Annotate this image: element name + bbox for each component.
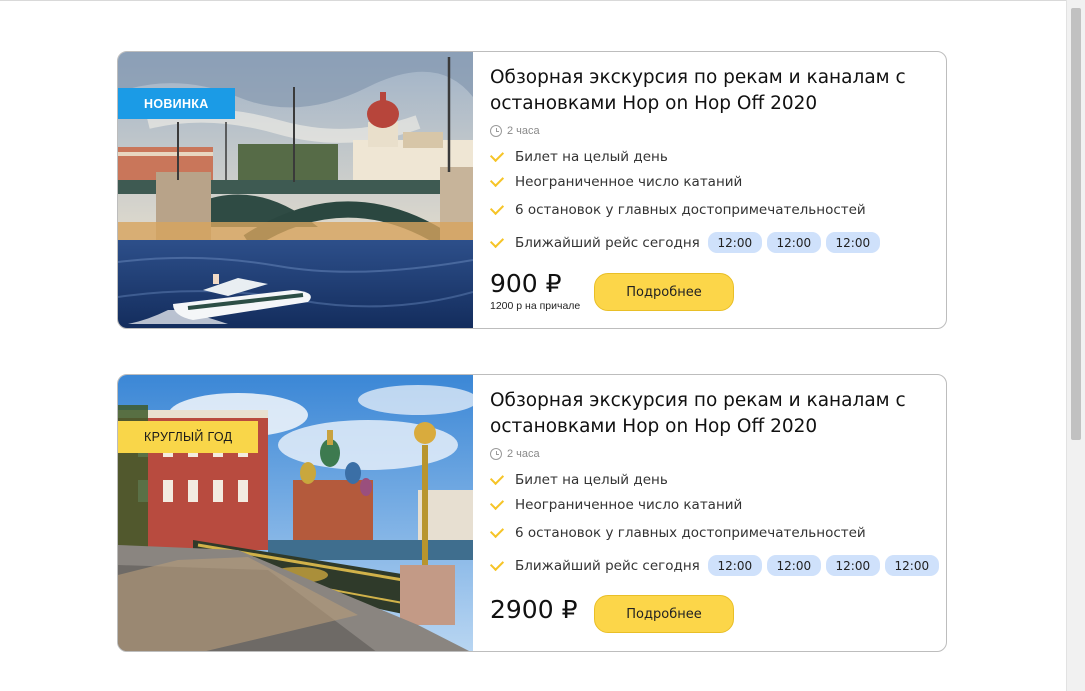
feature-text: Билет на целый день bbox=[515, 472, 668, 488]
time-chip[interactable]: 12:00 bbox=[766, 232, 821, 253]
feature-text: Билет на целый день bbox=[515, 149, 668, 165]
departures-label: Ближайший рейс сегодня bbox=[515, 234, 700, 251]
tour-card: Круглый год Обзорная экскурсия по рекам … bbox=[117, 374, 947, 652]
time-chip[interactable]: 12:00 bbox=[825, 232, 880, 253]
clock-icon bbox=[490, 125, 502, 137]
check-icon bbox=[489, 147, 505, 163]
duration: 2 часа bbox=[490, 448, 540, 460]
check-icon bbox=[489, 172, 505, 188]
feature-item: Билет на целый день bbox=[489, 470, 668, 488]
price-note: 1200 р на причале bbox=[490, 300, 581, 312]
tour-title[interactable]: Обзорная экскурсия по рекам и каналам с … bbox=[490, 388, 910, 440]
church-and-canal-photo bbox=[118, 375, 473, 651]
feature-item: Билет на целый день bbox=[489, 147, 668, 165]
check-icon bbox=[489, 523, 505, 539]
vertical-scrollbar[interactable] bbox=[1066, 0, 1085, 691]
check-icon bbox=[489, 200, 505, 216]
details-button[interactable]: Подробнее bbox=[594, 595, 734, 633]
feature-item: Неограниченное число катаний bbox=[489, 172, 743, 190]
time-chip[interactable]: 12:00 bbox=[707, 555, 762, 576]
time-chip[interactable]: 12:00 bbox=[884, 555, 939, 576]
check-icon bbox=[489, 470, 505, 486]
clock-icon bbox=[490, 448, 502, 460]
tour-info: Обзорная экскурсия по рекам и каналам с … bbox=[489, 52, 946, 328]
feature-item: 6 остановок у главных достопримечательно… bbox=[489, 200, 866, 218]
page-top-border bbox=[0, 0, 1066, 1]
duration: 2 часа bbox=[490, 125, 540, 137]
feature-text: 6 остановок у главных достопримечательно… bbox=[515, 202, 866, 218]
check-icon bbox=[489, 556, 505, 571]
departures-row: Ближайший рейс сегодня 12:00 12:00 12:00 bbox=[489, 232, 885, 253]
check-icon bbox=[489, 233, 505, 248]
tour-title[interactable]: Обзорная экскурсия по рекам и каналам с … bbox=[490, 65, 910, 117]
details-button[interactable]: Подробнее bbox=[594, 273, 734, 311]
time-chip[interactable]: 12:00 bbox=[766, 555, 821, 576]
price: 900 ₽ bbox=[490, 269, 562, 298]
time-chip[interactable]: 12:00 bbox=[707, 232, 762, 253]
tour-card: Новинка Обзорная экскурсия по рекам и ка… bbox=[117, 51, 947, 329]
departures-label: Ближайший рейс сегодня bbox=[515, 557, 700, 574]
scrollbar-thumb[interactable] bbox=[1071, 8, 1081, 440]
tour-info: Обзорная экскурсия по рекам и каналам с … bbox=[489, 375, 946, 651]
feature-text: Неограниченное число катаний bbox=[515, 497, 743, 513]
all-year-badge: Круглый год bbox=[118, 421, 259, 453]
check-icon bbox=[489, 495, 505, 511]
departure-times: 12:00 12:00 12:00 12:00 bbox=[707, 555, 944, 576]
feature-item: 6 остановок у главных достопримечательно… bbox=[489, 523, 866, 541]
feature-text: 6 остановок у главных достопримечательно… bbox=[515, 525, 866, 541]
duration-text: 2 часа bbox=[507, 448, 540, 460]
new-badge: Новинка bbox=[118, 88, 235, 119]
feature-text: Неограниченное число катаний bbox=[515, 174, 743, 190]
feature-item: Неограниченное число катаний bbox=[489, 495, 743, 513]
price: 2900 ₽ bbox=[490, 595, 578, 624]
time-chip[interactable]: 12:00 bbox=[825, 555, 880, 576]
departures-row: Ближайший рейс сегодня 12:00 12:00 12:00… bbox=[489, 555, 944, 576]
departure-times: 12:00 12:00 12:00 bbox=[707, 232, 885, 253]
duration-text: 2 часа bbox=[507, 125, 540, 137]
